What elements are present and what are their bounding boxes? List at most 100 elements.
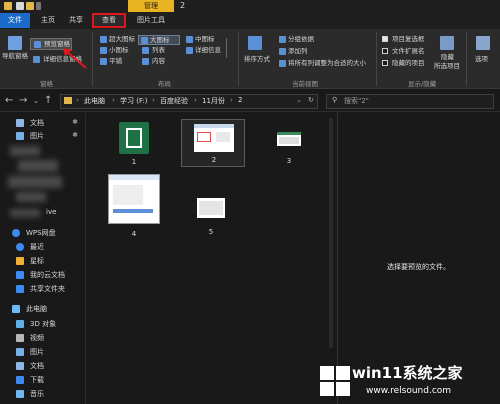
group-label-current-view: 当前视图: [292, 80, 318, 88]
large-icons-icon: [141, 37, 148, 44]
file-item[interactable]: 3: [269, 126, 309, 170]
group-by-button[interactable]: 分组依据: [288, 35, 314, 44]
new-folder-icon[interactable]: [26, 2, 34, 10]
sidebar-item-cloud-docs[interactable]: 我的云文档: [8, 269, 86, 281]
hide-selected-button[interactable]: 隐藏: [441, 53, 454, 62]
sidebar-item-3d-objects[interactable]: 3D 对象: [8, 318, 86, 330]
tab-share[interactable]: 共享: [62, 13, 90, 28]
thumbnail-cells: [216, 132, 230, 142]
breadcrumb-separator-icon[interactable]: ›: [194, 96, 197, 104]
hidden-items-checkbox[interactable]: [382, 60, 388, 66]
sidebar-item-recent[interactable]: 最近: [8, 241, 86, 253]
breadcrumb-separator-icon[interactable]: ›: [230, 96, 233, 104]
forward-arrow-icon[interactable]: →: [19, 95, 27, 106]
sort-by-icon[interactable]: [248, 36, 262, 50]
options-icon[interactable]: [476, 36, 490, 50]
preview-pane-icon: [34, 41, 41, 48]
sidebar-item-documents[interactable]: 文档: [8, 360, 86, 372]
address-dropdown-icon[interactable]: ⌄: [296, 96, 302, 104]
recent-icon: [16, 243, 24, 251]
this-pc-icon: [12, 305, 20, 313]
sidebar-item-label: 下载: [30, 376, 44, 384]
recent-locations-chevron-icon[interactable]: ⌄: [33, 97, 39, 105]
size-columns-icon: [279, 60, 286, 67]
tab-picture-tools[interactable]: 图片工具: [130, 13, 172, 28]
add-columns-button[interactable]: 添加列: [288, 47, 308, 56]
title-bar: [0, 0, 500, 12]
sidebar-item-videos[interactable]: 视频: [8, 332, 86, 344]
details-option[interactable]: 详细信息: [195, 46, 221, 55]
list-option[interactable]: 列表: [152, 46, 165, 55]
sidebar-item-wps-cloud[interactable]: WPS网盘: [4, 227, 82, 239]
breadcrumb-separator-icon[interactable]: ›: [76, 96, 79, 104]
file-extensions-label[interactable]: 文件扩展名: [392, 47, 425, 56]
sidebar-item-pictures[interactable]: 图片: [8, 346, 86, 358]
3d-objects-icon: [16, 320, 24, 328]
vertical-scrollbar[interactable]: [329, 118, 333, 348]
sidebar-item-label: 3D 对象: [30, 320, 57, 328]
large-icons-option[interactable]: 大图标: [138, 35, 180, 45]
navigation-pane-button[interactable]: 导航窗格: [2, 52, 28, 61]
file-item-selected[interactable]: 2: [181, 119, 245, 167]
extra-large-icons-option[interactable]: 超大图标: [109, 35, 135, 44]
sidebar-item-shared-folder[interactable]: 共享文件夹: [8, 283, 86, 295]
sidebar-item-label: 音乐: [30, 390, 44, 398]
breadcrumb-separator-icon[interactable]: ›: [112, 96, 115, 104]
details-pane-icon[interactable]: [33, 56, 40, 63]
sidebar-item-starred[interactable]: 星标: [8, 255, 86, 267]
up-arrow-icon[interactable]: ↑: [44, 95, 52, 106]
size-all-columns-button[interactable]: 将所有列调整为合适的大小: [288, 59, 366, 68]
file-name: 2: [211, 156, 217, 164]
tiles-option[interactable]: 平铺: [109, 57, 122, 66]
hide-selected-icon[interactable]: [440, 36, 454, 50]
medium-icons-icon: [186, 36, 193, 43]
hide-selected-button-line2[interactable]: 所选项目: [434, 62, 460, 71]
sidebar-item-this-pc[interactable]: 此电脑: [4, 303, 82, 315]
sidebar-item-pictures-pinned[interactable]: 图片 ✱: [8, 130, 86, 142]
sidebar-item-music[interactable]: 音乐: [8, 388, 86, 400]
medium-icons-option[interactable]: 中图标: [195, 35, 215, 44]
item-checkboxes-checkbox[interactable]: [382, 36, 388, 42]
breadcrumb-this-pc[interactable]: 此电脑: [84, 96, 105, 106]
sort-by-button[interactable]: 排序方式: [244, 55, 270, 64]
list-icon: [142, 47, 149, 54]
thumbnail-cells: [279, 137, 299, 144]
options-button[interactable]: 选项: [475, 55, 488, 64]
file-item[interactable]: 5: [191, 196, 231, 240]
file-item[interactable]: 4: [104, 172, 164, 240]
sidebar-item-documents-pinned[interactable]: 文档 ✱: [8, 117, 86, 129]
group-label-panes: 窗格: [40, 80, 53, 88]
content-option[interactable]: 内容: [152, 57, 165, 66]
breadcrumb-baidu[interactable]: 百度经验: [160, 96, 188, 106]
breadcrumb-separator-icon[interactable]: ›: [152, 96, 155, 104]
tab-file[interactable]: 文件: [0, 13, 30, 28]
file-item[interactable]: 1: [114, 122, 154, 172]
layout-scroll-icon[interactable]: [226, 38, 232, 58]
pictures-icon: [16, 348, 24, 356]
sidebar-item-downloads[interactable]: 下载: [8, 374, 86, 386]
thumbnail-cells: [199, 201, 223, 215]
quick-access-dropdown-icon[interactable]: [36, 2, 41, 10]
content-icon: [142, 58, 149, 65]
item-checkboxes-label[interactable]: 项目复选框: [392, 35, 425, 44]
excel-icon: [119, 122, 149, 154]
small-icons-option[interactable]: 小图标: [109, 46, 129, 55]
preview-empty-message: 选择要预览的文件。: [387, 263, 450, 271]
hidden-items-label[interactable]: 隐藏的项目: [392, 59, 425, 68]
large-icons-label: 大图标: [150, 36, 170, 44]
blurred-item: [8, 176, 62, 188]
navigation-pane-icon[interactable]: [8, 36, 22, 50]
tab-home[interactable]: 主页: [34, 13, 62, 28]
sidebar-item-onedrive[interactable]: ive: [8, 207, 86, 219]
file-extensions-checkbox[interactable]: [382, 48, 388, 54]
breadcrumb-drive[interactable]: 学习 (F:): [120, 96, 148, 106]
breadcrumb-november[interactable]: 11月份: [202, 96, 225, 106]
back-arrow-icon[interactable]: ←: [5, 95, 13, 106]
refresh-icon[interactable]: ↻: [308, 96, 314, 104]
downloads-icon: [16, 376, 24, 384]
document-icon: [16, 119, 24, 127]
ribbon-separator: [92, 32, 93, 86]
breadcrumb-current[interactable]: 2: [238, 96, 242, 104]
quick-access-properties-icon[interactable]: [16, 2, 24, 10]
tab-view[interactable]: 查看: [92, 13, 126, 28]
